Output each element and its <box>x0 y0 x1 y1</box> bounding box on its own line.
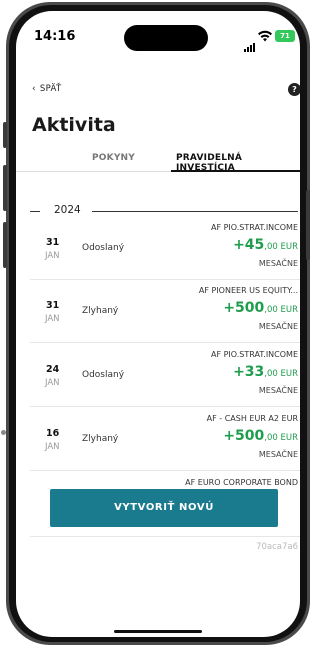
row-separator <box>30 342 300 343</box>
transaction-status: Zlyhaný <box>82 434 119 444</box>
amount-decimals: ,00 EUR <box>264 433 298 443</box>
amount-main: +500 <box>223 300 265 316</box>
transaction-row[interactable]: 31 JAN Odoslaný AF PIO.STRAT.INCOME +45,… <box>16 223 300 285</box>
transaction-fund: AF PIO.STRAT.INCOME <box>210 350 298 359</box>
amount-decimals: ,00 EUR <box>264 305 298 315</box>
phone-frame: 14:16 71 ‹ SPÄŤ ? Aktivita POKYNY PRAVIDE… <box>0 0 312 647</box>
amount-main: +500 <box>223 428 265 444</box>
transaction-day: 31 <box>46 300 60 311</box>
row-separator <box>30 406 300 407</box>
transaction-month: JAN <box>45 378 60 388</box>
transaction-status: Zlyhaný <box>82 306 119 316</box>
chevron-left-icon: ‹ <box>32 84 36 94</box>
transaction-fund: AF EURO CORPORATE BOND <box>185 478 298 487</box>
side-button <box>3 122 7 148</box>
back-label: SPÄŤ <box>39 84 62 94</box>
transaction-frequency: MESAČNE <box>258 450 298 459</box>
wifi-icon <box>258 30 272 42</box>
divider-line <box>30 211 40 212</box>
transaction-amount: +500,00 EUR <box>223 300 298 316</box>
row-separator <box>30 279 300 280</box>
transaction-row[interactable]: 31 JAN Zlyhaný AF PIONEER US EQUITY... +… <box>16 286 300 348</box>
volume-down-button <box>3 222 7 268</box>
volume-up-button <box>3 165 7 211</box>
transaction-fund: AF PIONEER US EQUITY... <box>198 286 298 295</box>
dynamic-island <box>124 25 208 51</box>
transaction-month: JAN <box>45 442 60 452</box>
help-icon[interactable]: ? <box>288 83 300 96</box>
transaction-frequency: MESAČNE <box>258 259 298 268</box>
footer-divider <box>30 536 300 537</box>
transaction-status: Odoslaný <box>82 243 125 253</box>
signal-icon <box>244 33 256 52</box>
amount-main: +33 <box>233 364 265 380</box>
amount-main: +45 <box>233 237 265 253</box>
transaction-day: 24 <box>46 364 60 375</box>
status-time: 14:16 <box>34 29 76 44</box>
amount-decimals: ,00 EUR <box>264 369 298 379</box>
amount-decimals: ,00 EUR <box>264 242 298 252</box>
transaction-month: JAN <box>45 251 60 261</box>
transaction-frequency: MESAČNE <box>258 322 298 331</box>
sensor-dot <box>1 430 6 435</box>
transaction-status: Odoslaný <box>82 370 125 380</box>
battery-icon: 71 <box>275 30 295 42</box>
year-label: 2024 <box>54 204 81 216</box>
transaction-frequency: MESAČNE <box>258 386 298 395</box>
home-indicator[interactable] <box>114 630 202 633</box>
transaction-amount: +33,00 EUR <box>233 364 298 380</box>
tab-pokyny[interactable]: POKYNY <box>92 153 135 163</box>
page-title: Aktivita <box>32 114 116 136</box>
transaction-day: 16 <box>46 428 60 439</box>
year-divider: 2024 <box>30 203 300 219</box>
status-bar: 14:16 71 <box>16 11 300 63</box>
active-tab-indicator <box>171 170 300 172</box>
divider-line <box>92 211 298 212</box>
transaction-day: 31 <box>46 237 60 248</box>
transaction-month: JAN <box>45 314 60 324</box>
create-new-button[interactable]: VYTVORIŤ NOVÚ <box>50 489 278 527</box>
power-button <box>306 190 310 260</box>
transaction-fund: AF - CASH EUR A2 EUR <box>206 414 298 423</box>
back-button[interactable]: ‹ SPÄŤ <box>32 84 61 94</box>
transaction-row[interactable]: 24 JAN Odoslaný AF PIO.STRAT.INCOME +33,… <box>16 350 300 412</box>
tab-bar: POKYNY PRAVIDELNÁ INVESTÍCIA <box>16 148 300 173</box>
row-separator <box>30 470 300 471</box>
transaction-amount: +500,00 EUR <box>223 428 298 444</box>
app-screen: 14:16 71 ‹ SPÄŤ ? Aktivita POKYNY PRAVIDE… <box>16 11 300 637</box>
transaction-amount: +45,00 EUR <box>233 237 298 253</box>
transaction-fund: AF PIO.STRAT.INCOME <box>210 223 298 232</box>
transaction-row[interactable]: 16 JAN Zlyhaný AF - CASH EUR A2 EUR +500… <box>16 414 300 476</box>
build-hash: 70aca7a6 <box>256 542 298 552</box>
